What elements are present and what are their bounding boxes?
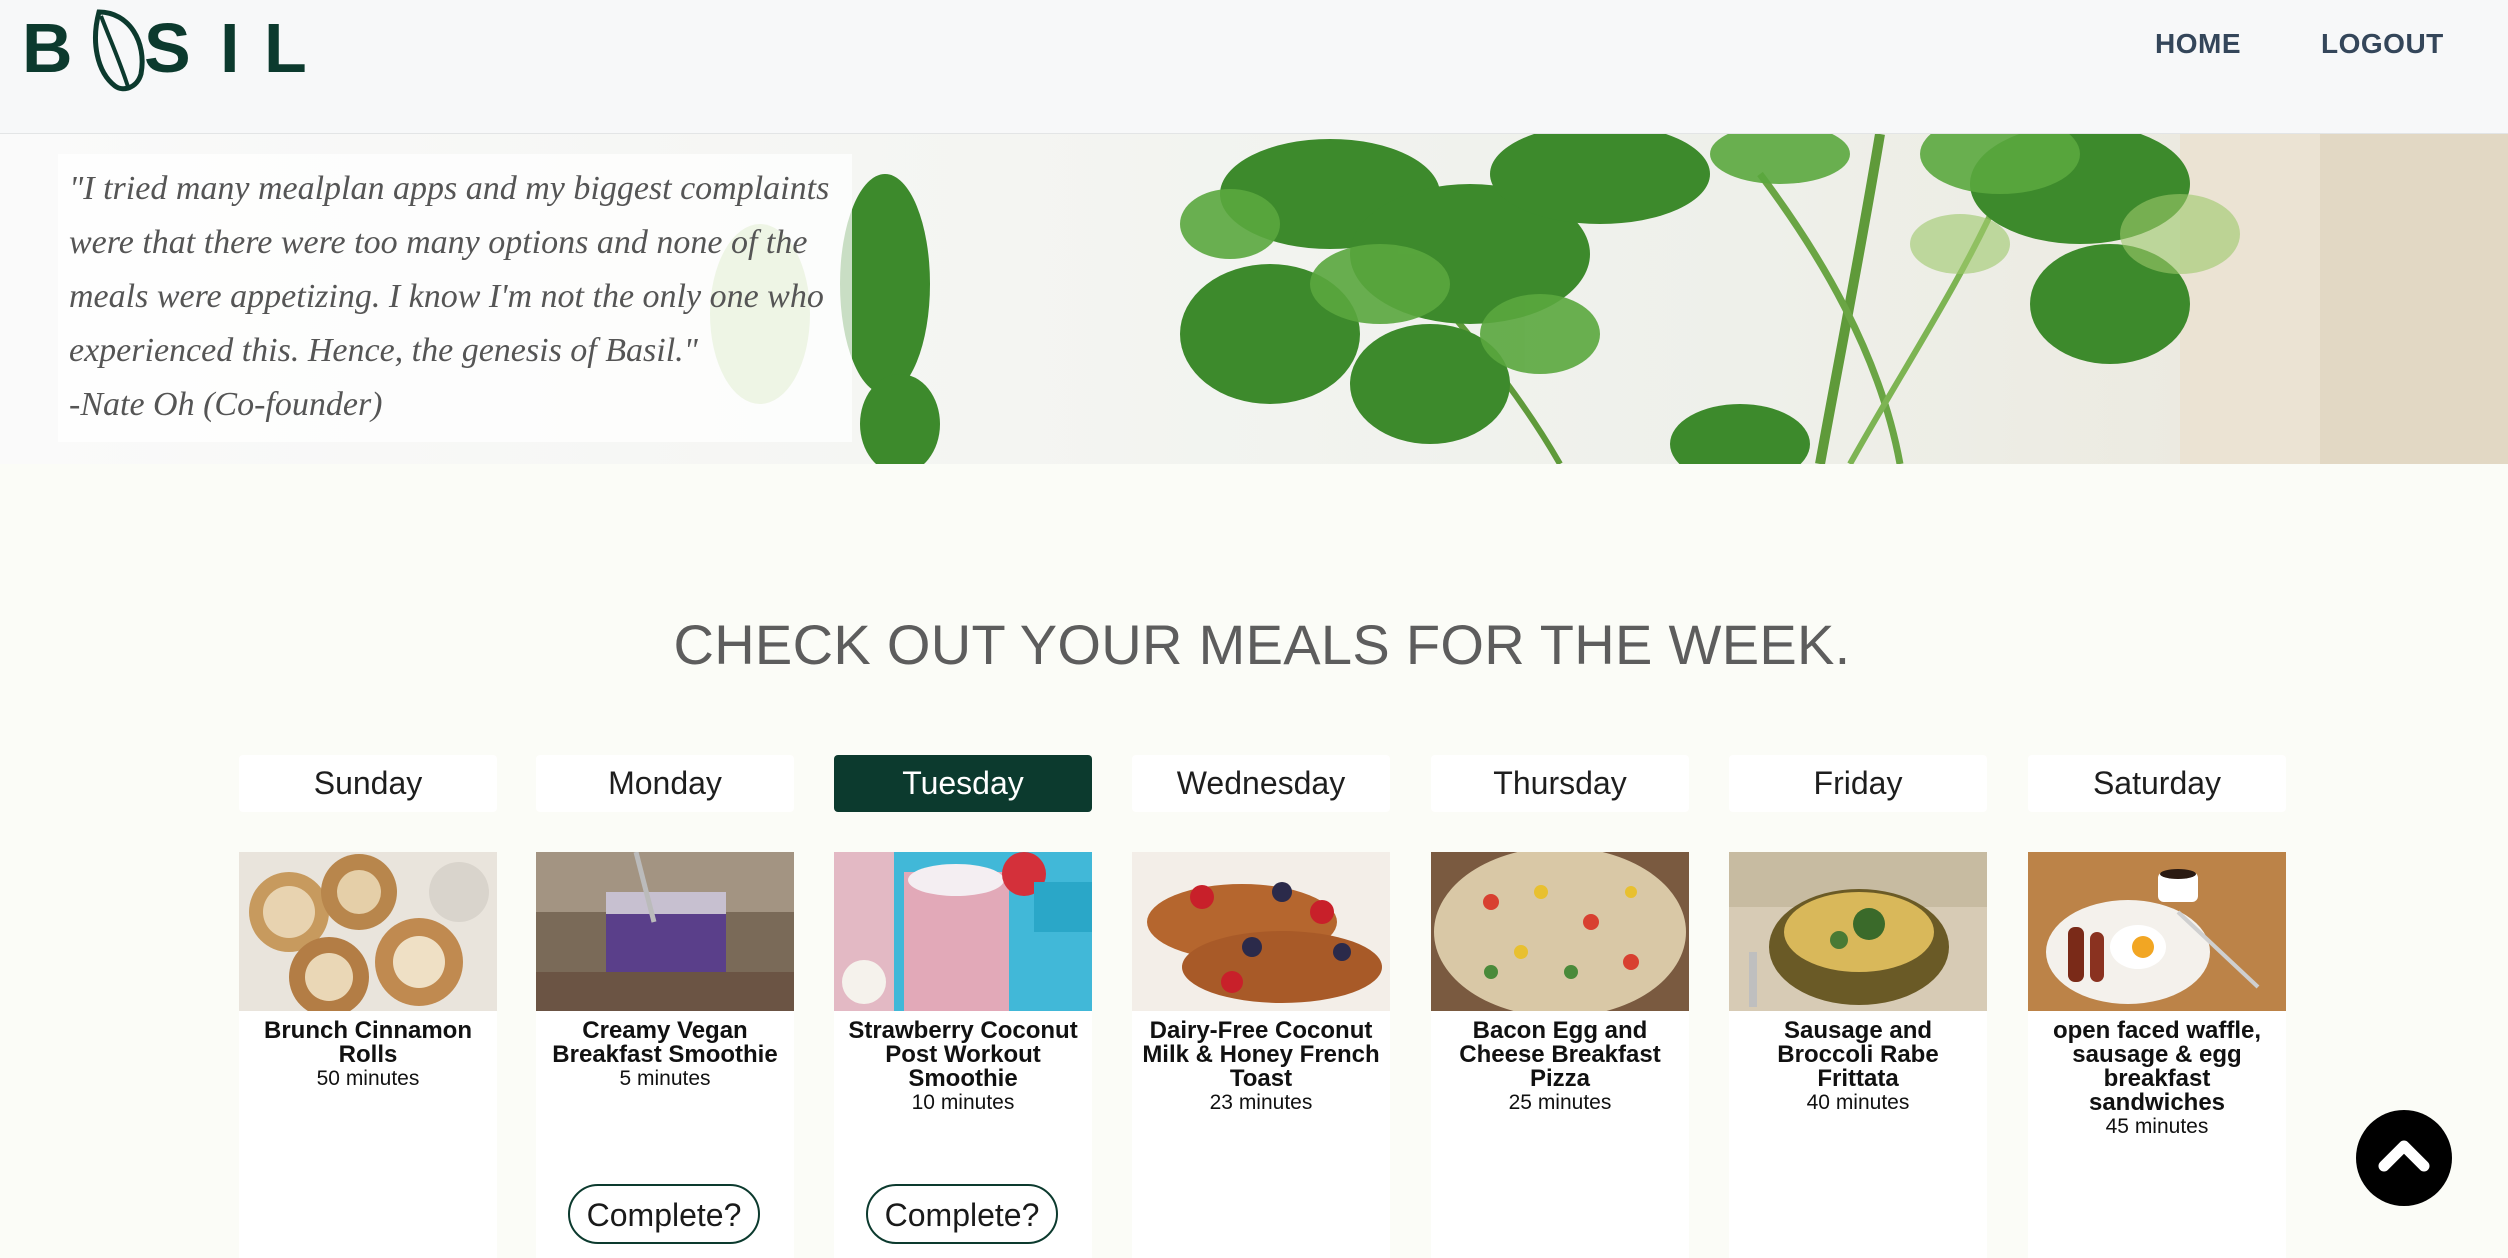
meal-card-monday[interactable]: Creamy Vegan Breakfast Smoothie 5 minute… (536, 852, 794, 1258)
logo-letter-i: I (220, 9, 240, 87)
meal-time: 50 minutes (316, 1067, 420, 1090)
meal-name: open faced waffle, sausage & egg breakfa… (2052, 1017, 2262, 1116)
meal-card-saturday[interactable]: open faced waffle, sausage & egg breakfa… (2028, 852, 2286, 1258)
meal-image-waffle-sandwich (2028, 852, 2286, 1011)
tab-wednesday[interactable]: Wednesday (1132, 755, 1390, 812)
tab-sunday[interactable]: Sunday (239, 755, 497, 812)
meal-card-thursday[interactable]: Bacon Egg and Cheese Breakfast Pizza 25 … (1431, 852, 1689, 1258)
meal-title: Bacon Egg and Cheese Breakfast Pizza 25 … (1437, 1019, 1683, 1115)
logo-letter-l: L (264, 9, 307, 87)
site-header: B S I L HOME LOGOUT (0, 0, 2508, 134)
complete-button[interactable]: Complete? (568, 1184, 760, 1244)
complete-button[interactable]: Complete? (866, 1184, 1058, 1244)
meal-image-breakfast-pizza (1431, 852, 1689, 1011)
meal-name: Dairy-Free Coconut Milk & Honey French T… (1142, 1017, 1380, 1092)
meal-name: Creamy Vegan Breakfast Smoothie (552, 1017, 778, 1068)
meal-card-friday[interactable]: Sausage and Broccoli Rabe Frittata 40 mi… (1729, 852, 1987, 1258)
tab-thursday[interactable]: Thursday (1431, 755, 1689, 812)
meal-title: open faced waffle, sausage & egg breakfa… (2034, 1019, 2280, 1139)
meal-card-sunday[interactable]: Brunch Cinnamon Rolls 50 minutes (239, 852, 497, 1258)
tab-saturday[interactable]: Saturday (2028, 755, 2286, 812)
meal-title: Brunch Cinnamon Rolls 50 minutes (245, 1019, 491, 1091)
testimonial-box: "I tried many mealplan apps and my bigge… (58, 154, 852, 442)
meal-image-pink-smoothie (834, 852, 1092, 1011)
meal-title: Sausage and Broccoli Rabe Frittata 40 mi… (1735, 1019, 1981, 1115)
meal-title: Creamy Vegan Breakfast Smoothie 5 minute… (542, 1019, 788, 1091)
chevron-up-icon (2378, 1140, 2430, 1172)
meal-name: Bacon Egg and Cheese Breakfast Pizza (1459, 1017, 1661, 1092)
meal-time: 5 minutes (619, 1067, 711, 1090)
meal-card-wednesday[interactable]: Dairy-Free Coconut Milk & Honey French T… (1132, 852, 1390, 1258)
meal-title: Strawberry Coconut Post Workout Smoothie… (840, 1019, 1086, 1115)
meal-time: 10 minutes (911, 1091, 1015, 1114)
quote-text: "I tried many mealplan apps and my bigge… (69, 170, 830, 369)
hero-banner: "I tried many mealplan apps and my bigge… (0, 134, 2508, 464)
quote-author: -Nate Oh (Co-founder) (69, 386, 383, 423)
nav-logout-link[interactable]: LOGOUT (2321, 28, 2444, 60)
scroll-to-top-button[interactable] (2356, 1110, 2452, 1206)
meal-image-frittata (1729, 852, 1987, 1011)
logo-letter-s: S (144, 9, 191, 87)
weekly-meals-heading: CHECK OUT YOUR MEALS FOR THE WEEK. (673, 613, 1851, 676)
tab-tuesday[interactable]: Tuesday (834, 755, 1092, 812)
meal-time: 45 minutes (2105, 1115, 2209, 1138)
logo-letter-b: B (22, 9, 73, 87)
meal-name: Brunch Cinnamon Rolls (264, 1017, 472, 1068)
nav-home-link[interactable]: HOME (2155, 28, 2241, 60)
tab-friday[interactable]: Friday (1729, 755, 1987, 812)
meal-time: 23 minutes (1209, 1091, 1313, 1114)
meal-image-cinnamon-rolls (239, 852, 497, 1011)
meal-card-tuesday[interactable]: Strawberry Coconut Post Workout Smoothie… (834, 852, 1092, 1258)
tab-monday[interactable]: Monday (536, 755, 794, 812)
testimonial-quote: "I tried many mealplan apps and my bigge… (69, 162, 859, 432)
meal-time: 25 minutes (1508, 1091, 1612, 1114)
meal-time: 40 minutes (1806, 1091, 1910, 1114)
meal-name: Sausage and Broccoli Rabe Frittata (1777, 1017, 1939, 1092)
meal-title: Dairy-Free Coconut Milk & Honey French T… (1138, 1019, 1384, 1115)
meal-name: Strawberry Coconut Post Workout Smoothie (848, 1017, 1078, 1092)
meal-image-purple-smoothie (536, 852, 794, 1011)
meal-image-french-toast (1132, 852, 1390, 1011)
